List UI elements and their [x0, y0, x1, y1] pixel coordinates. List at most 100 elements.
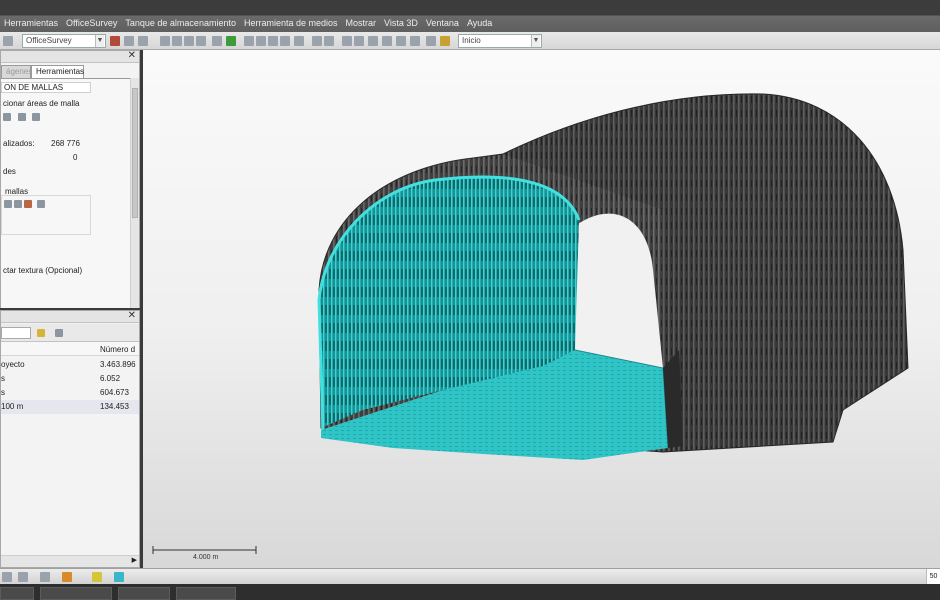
scroll-right-icon[interactable]: ▶: [132, 556, 137, 564]
normalized-value: 268 776: [51, 139, 80, 148]
chevron-down-icon[interactable]: ▼: [95, 35, 104, 47]
light-icon[interactable]: [396, 36, 406, 46]
menu-item[interactable]: Ayuda: [463, 18, 496, 28]
pan-icon[interactable]: [324, 36, 334, 46]
row-value: 6.052: [100, 374, 121, 383]
taskbar-button[interactable]: [0, 587, 34, 600]
grid-header: Número d: [1, 342, 139, 356]
copy-icon[interactable]: [160, 36, 170, 46]
column-header-count: Número d: [100, 345, 136, 354]
filter-icon[interactable]: [368, 36, 378, 46]
menu-item[interactable]: Herramientas: [0, 18, 62, 28]
ruler-icon[interactable]: [440, 36, 450, 46]
highlight-icon[interactable]: [62, 572, 72, 582]
measure-icon[interactable]: [212, 36, 222, 46]
row-value: 604.673: [100, 388, 129, 397]
grid-filter-combo[interactable]: [1, 327, 31, 339]
row-value: 3.463.896: [100, 360, 136, 369]
layer-icon[interactable]: [196, 36, 206, 46]
menu-item[interactable]: Vista 3D: [380, 18, 422, 28]
deselect-icon[interactable]: [32, 113, 40, 121]
tool-icon[interactable]: [110, 36, 120, 46]
menu-item[interactable]: Tanque de almacenamiento: [121, 18, 240, 28]
volume-icon[interactable]: [294, 36, 304, 46]
taskbar-button[interactable]: [40, 587, 112, 600]
zero-value: 0: [73, 153, 78, 162]
lasso-icon[interactable]: [18, 113, 26, 121]
color-yellow-icon[interactable]: [92, 572, 102, 582]
camera-icon[interactable]: [382, 36, 392, 46]
mesh-icon[interactable]: [244, 36, 254, 46]
pen-icon[interactable]: [24, 200, 32, 208]
cut-icon[interactable]: [138, 36, 148, 46]
folder-icon[interactable]: [37, 329, 45, 337]
table-row[interactable]: s 6.052: [1, 372, 139, 386]
profile-icon[interactable]: [268, 36, 278, 46]
tab-images[interactable]: ágenes: [1, 65, 32, 78]
row-value: 134.453: [100, 402, 129, 411]
status-bar: [0, 584, 940, 600]
grid-panel-header: ✕: [1, 310, 139, 323]
print-icon[interactable]: [40, 572, 50, 582]
zoom-icon[interactable]: [124, 36, 134, 46]
menu-item[interactable]: Ventana: [422, 18, 463, 28]
page-icon[interactable]: [18, 572, 28, 582]
taskbar-button[interactable]: [176, 587, 236, 600]
scale-label: 4.000 m: [193, 554, 218, 561]
section-title: ON DE MALLAS: [1, 82, 91, 93]
select-areas-label: cionar áreas de malla: [3, 99, 80, 108]
3d-viewport[interactable]: 4.000 m: [143, 50, 940, 568]
des-label: des: [3, 167, 16, 176]
tools-panel: ✕ ágenes Herramientas ON DE MALLAS ciona…: [0, 50, 140, 308]
section-icon[interactable]: [280, 36, 290, 46]
taskbar-button[interactable]: [118, 587, 170, 600]
normalized-label: alizados:: [3, 139, 35, 148]
view-mode-icon[interactable]: [2, 572, 12, 582]
magic-wand-icon[interactable]: [14, 200, 22, 208]
cloud-icon[interactable]: [354, 36, 364, 46]
menu-item[interactable]: Herramienta de medios: [240, 18, 342, 28]
bottom-toolbar: 50: [0, 568, 940, 585]
grid-toolbar: [1, 324, 139, 342]
chevron-down-icon[interactable]: ▼: [531, 35, 540, 47]
color-cyan-icon[interactable]: [114, 572, 124, 582]
main-toolbar: OfficeSurvey ▼ Inicio ▼: [0, 32, 940, 50]
close-icon[interactable]: ✕: [128, 50, 136, 61]
table-row[interactable]: oyecto 3.463.896: [1, 358, 139, 372]
grid-icon[interactable]: [184, 36, 194, 46]
view-combo[interactable]: Inicio ▼: [458, 34, 542, 48]
row-name: 100 m: [1, 402, 24, 411]
paste-icon[interactable]: [172, 36, 182, 46]
close-icon[interactable]: ✕: [128, 310, 136, 321]
scroll-thumb[interactable]: [132, 88, 138, 218]
menu-item[interactable]: Mostrar: [342, 18, 381, 28]
tools-panel-body: ON DE MALLAS cionar áreas de malla aliza…: [1, 78, 131, 308]
tab-tools[interactable]: Herramientas: [31, 65, 84, 78]
row-name: s: [1, 374, 5, 383]
mallas-group: [1, 195, 91, 235]
box-icon[interactable]: [342, 36, 352, 46]
menu-item[interactable]: OfficeSurvey: [62, 18, 121, 28]
table-row[interactable]: s 604.673: [1, 386, 139, 400]
checklist-icon[interactable]: [226, 36, 236, 46]
menu-bar: Herramientas OfficeSurvey Tanque de almace…: [0, 0, 940, 32]
grid-scrollbar-h[interactable]: ▶: [1, 555, 139, 567]
row-name: s: [1, 388, 5, 397]
zoom-readout: 50: [926, 569, 940, 585]
table-row[interactable]: 100 m 134.453: [1, 400, 139, 414]
view-icon[interactable]: [426, 36, 436, 46]
view-combo-value: Inicio: [462, 36, 481, 45]
bucket-icon[interactable]: [37, 200, 45, 208]
surface-icon[interactable]: [256, 36, 266, 46]
brush-icon[interactable]: [3, 113, 11, 121]
table-icon[interactable]: [55, 329, 63, 337]
grid-panel: ✕ Número d oyecto 3.463.896 s 6.052 s 604.673…: [0, 310, 140, 568]
profile-combo-value: OfficeSurvey: [26, 36, 72, 45]
pin-icon[interactable]: [3, 36, 13, 46]
profile-combo[interactable]: OfficeSurvey ▼: [22, 34, 106, 48]
scissors-icon[interactable]: [4, 200, 12, 208]
tools-scrollbar[interactable]: [130, 78, 139, 308]
texture-label: ctar textura (Opcional): [3, 266, 83, 275]
rotate-icon[interactable]: [312, 36, 322, 46]
settings-icon[interactable]: [410, 36, 420, 46]
